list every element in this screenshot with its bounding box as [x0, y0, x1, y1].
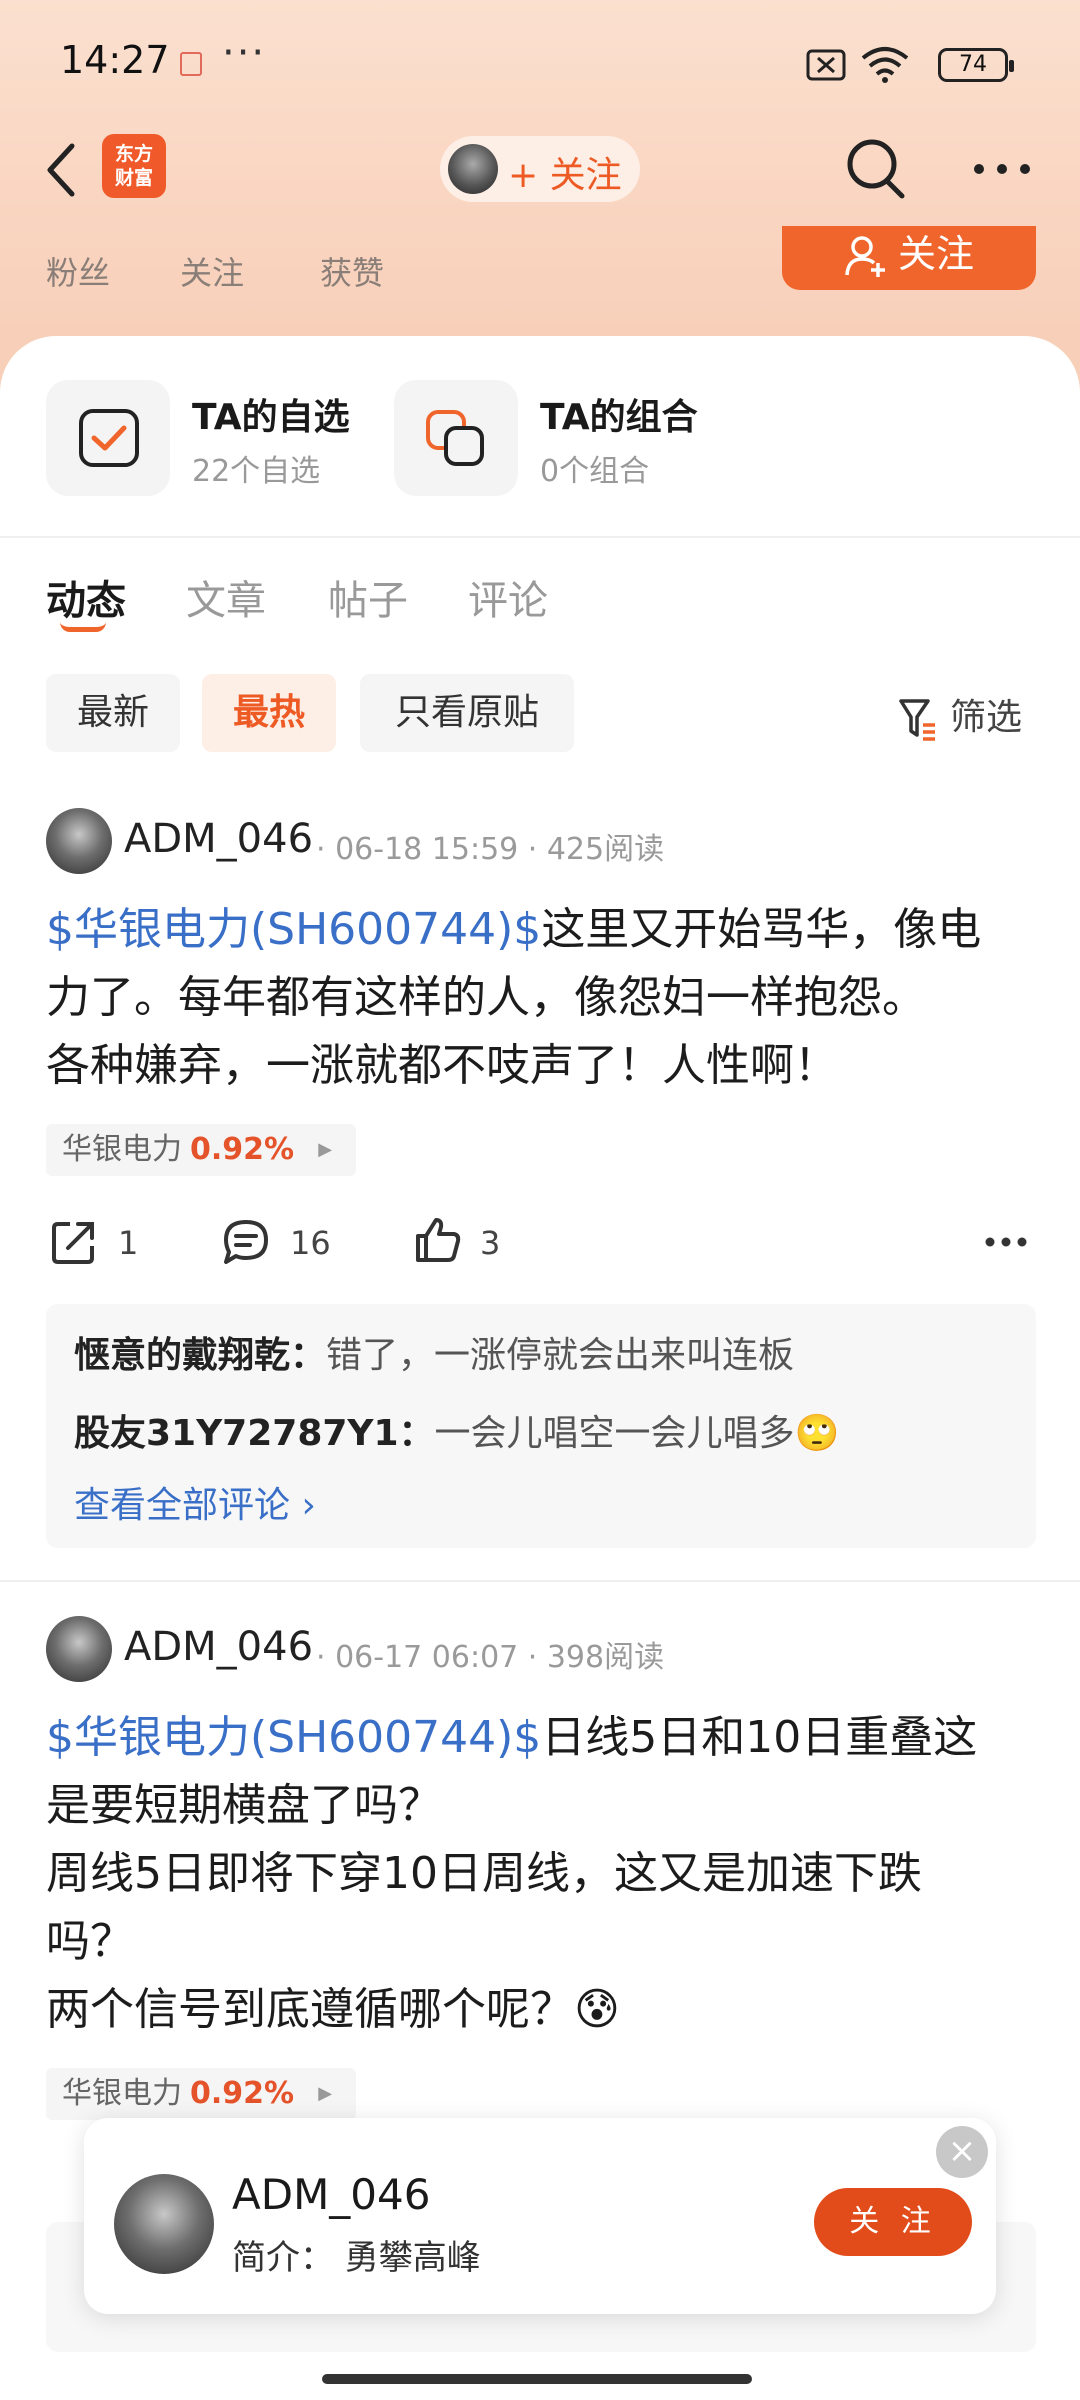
comment-preview[interactable]: 股友31Y72787Y1：一会儿唱空一会儿唱多🙄 — [74, 1404, 839, 1456]
follow-suggestion-card: ADM_046 简介： 勇攀高峰 关 注 — [84, 2118, 996, 2314]
post-more-icon[interactable] — [984, 1236, 1028, 1248]
like-icon[interactable] — [412, 1214, 464, 1266]
divider — [0, 1580, 1080, 1582]
comment-text: 一会儿唱空一会儿唱多🙄 — [434, 1413, 840, 1454]
profile-follow-label: 关注 — [897, 232, 974, 276]
logo-line-1: 东方 — [114, 143, 153, 165]
stock-tag-change: 0.92% — [190, 2076, 295, 2111]
post-line: 这里又开始骂华，像电 — [541, 904, 982, 955]
funnel-icon — [899, 699, 935, 741]
like-count: 3 — [480, 1224, 501, 1262]
likes-label: 获赞 — [320, 254, 385, 292]
suggestion-follow-button[interactable]: 关 注 — [814, 2188, 972, 2256]
filter-button[interactable]: 筛选 — [898, 688, 1022, 741]
active-tab-indicator — [60, 622, 106, 632]
post-author[interactable]: ADM_046 — [124, 816, 313, 862]
comment-text: 错了，一涨停就会出来叫连板 — [326, 1335, 795, 1376]
app-logo: 东方 财富 — [102, 134, 166, 198]
view-all-comments-link[interactable]: 查看全部评论 › — [74, 1476, 316, 1528]
portfolio-icon-box — [394, 380, 518, 496]
watchlist-title: TA的自选 — [192, 397, 350, 438]
sim-off-icon — [806, 49, 846, 81]
stock-tag-name: 华银电力 — [62, 1132, 182, 1167]
post-body[interactable]: $华银电力(SH600744)$日线5日和10日重叠这 是要短期横盘了吗？ 周线… — [46, 1704, 1036, 2044]
stock-tag[interactable]: 华银电力 0.92% ▶ — [46, 1124, 357, 1176]
post-meta: · 06-18 15:59 · 425阅读 — [316, 832, 665, 867]
post-line: 周线5日即将下穿10日周线，这又是加速下跌 — [46, 1848, 922, 1899]
stock-tag-name: 华银电力 — [62, 2076, 182, 2111]
tab-articles[interactable]: 文章 — [186, 568, 266, 626]
filter-label: 筛选 — [950, 697, 1023, 738]
caret-right-icon: ▶ — [318, 2083, 333, 2104]
post-line: 是要短期横盘了吗？ — [46, 1780, 442, 1831]
suggestion-username[interactable]: ADM_046 — [232, 2170, 430, 2219]
battery-icon: 74 — [938, 48, 1014, 82]
watchlist-count: 22个自选 — [192, 454, 321, 489]
profile-follow-button[interactable]: 关注 — [782, 226, 1036, 290]
portfolio-icon — [426, 410, 484, 466]
filter-hottest[interactable]: 最热 — [202, 674, 336, 752]
stock-tag-change: 0.92% — [190, 1132, 295, 1167]
status-time: 14:27 — [60, 38, 170, 82]
comment-user[interactable]: 惬意的戴翔乾： — [74, 1335, 326, 1376]
portfolio-title: TA的组合 — [540, 397, 698, 438]
following-label: 关注 — [180, 254, 245, 292]
stock-tag[interactable]: 华银电力 0.92% ▶ — [46, 2068, 357, 2120]
header-follow-label: + 关注 — [508, 155, 622, 196]
avatar[interactable] — [46, 808, 112, 874]
more-icon[interactable] — [972, 162, 1032, 176]
divider — [0, 536, 1080, 538]
comment-preview-box[interactable]: 惬意的戴翔乾：错了，一涨停就会出来叫连板 股友31Y72787Y1：一会儿唱空一… — [46, 1304, 1036, 1548]
portfolio-entry[interactable]: TA的组合 0个组合 — [394, 380, 724, 496]
logo-line-2: 财富 — [114, 167, 153, 189]
avatar[interactable] — [46, 1616, 112, 1682]
post-line: 力了。每年都有这样的人，像怨妇一样抱怨。 — [46, 972, 926, 1023]
watchlist-icon-box — [46, 380, 170, 496]
share-icon[interactable] — [48, 1216, 100, 1268]
share-count: 1 — [118, 1224, 139, 1262]
post-line: 各种嫌弃，一涨就都不吱声了！人性啊！ — [46, 1040, 838, 1091]
avatar — [448, 144, 498, 194]
watchlist-entry[interactable]: TA的自选 22个自选 — [46, 380, 376, 496]
caret-right-icon: ▶ — [318, 1139, 333, 1160]
post-line: 日线5日和10日重叠这 — [541, 1712, 978, 1763]
home-indicator[interactable] — [322, 2374, 752, 2384]
comment-icon[interactable] — [220, 1216, 272, 1268]
status-more-dots: ··· — [222, 30, 267, 76]
fans-label: 粉丝 — [46, 254, 111, 292]
comment-user[interactable]: 股友31Y72787Y1： — [74, 1413, 435, 1454]
back-arrow-icon[interactable] — [44, 140, 80, 200]
avatar[interactable] — [114, 2174, 214, 2274]
add-user-icon — [845, 235, 885, 277]
suggestion-bio: 简介： 勇攀高峰 — [232, 2238, 481, 2278]
search-icon[interactable] — [844, 136, 908, 202]
tab-dynamics[interactable]: 动态 — [46, 568, 126, 626]
watchlist-check-icon — [79, 409, 139, 467]
stock-link[interactable]: $华银电力(SH600744)$ — [46, 1712, 541, 1763]
tab-comments[interactable]: 评论 — [468, 568, 548, 626]
filter-original-only[interactable]: 只看原贴 — [360, 674, 574, 752]
tab-posts[interactable]: 帖子 — [328, 568, 408, 626]
post-body[interactable]: $华银电力(SH600744)$这里又开始骂华，像电 力了。每年都有这样的人，像… — [46, 896, 1036, 1100]
header-follow-button[interactable]: + 关注 — [440, 136, 640, 202]
wifi-icon — [861, 47, 909, 83]
app-notification-icon — [180, 52, 202, 76]
status-bar: 14:27 ··· 74 — [0, 0, 1080, 120]
filter-latest[interactable]: 最新 — [46, 674, 180, 752]
comment-preview[interactable]: 惬意的戴翔乾：错了，一涨停就会出来叫连板 — [74, 1326, 794, 1378]
post-line: 两个信号到底遵循哪个呢？😰 — [46, 1984, 620, 2035]
stock-link[interactable]: $华银电力(SH600744)$ — [46, 904, 541, 955]
comment-count: 16 — [290, 1224, 331, 1262]
top-nav-bar: 东方 财富 + 关注 — [0, 120, 1080, 230]
post-line: 吗？ — [46, 1916, 134, 1967]
close-icon[interactable]: × — [936, 2126, 988, 2178]
post-meta: · 06-17 06:07 · 398阅读 — [316, 1640, 665, 1675]
portfolio-count: 0个组合 — [540, 454, 650, 489]
post-author[interactable]: ADM_046 — [124, 1624, 313, 1670]
